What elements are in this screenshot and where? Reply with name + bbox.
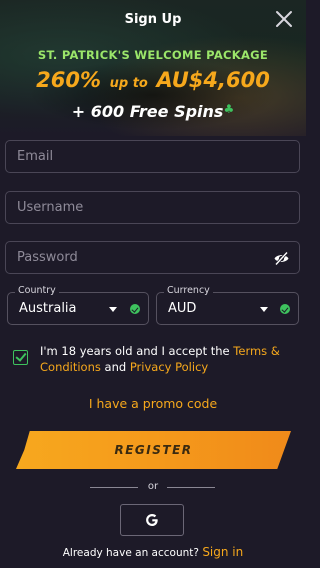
free-spins: + 600 Free Spins♣ (0, 102, 306, 121)
valid-check-icon (280, 304, 290, 314)
currency-label: Currency (164, 285, 213, 296)
signin-prompt: Already have an account? (62, 547, 203, 559)
clover-icon: ♣ (223, 102, 235, 116)
package-label: ST. PATRICK'S WELCOME PACKAGE (37, 48, 269, 62)
terms-prefix: I'm 18 years old and I accept the (40, 344, 234, 358)
register-button[interactable]: REGISTER (16, 431, 291, 469)
signup-modal: Sign Up ST. PATRICK'S WELCOME PACKAGE 26… (0, 0, 306, 568)
email-field[interactable] (5, 140, 300, 173)
currency-value: AUD (168, 301, 197, 316)
terms-checkbox[interactable] (13, 350, 28, 365)
email-input[interactable] (17, 149, 257, 164)
free-spins-text: + 600 Free Spins (71, 102, 224, 121)
modal-title: Sign Up (124, 12, 182, 27)
username-input[interactable] (17, 200, 257, 215)
bonus-value: AU$4,600 (156, 68, 270, 92)
close-icon[interactable] (274, 9, 294, 29)
chevron-down-icon (260, 307, 268, 312)
privacy-link[interactable]: Privacy Policy (130, 360, 208, 374)
valid-check-icon (130, 304, 140, 314)
bonus-percent: 260% (36, 68, 102, 92)
bonus-up-to: up to (109, 76, 148, 91)
country-select[interactable]: Country Australia (7, 285, 149, 325)
signin-link[interactable]: Sign in (202, 545, 243, 559)
terms-and: and (100, 360, 130, 374)
google-icon (146, 514, 158, 526)
eye-hidden-icon[interactable] (273, 250, 290, 267)
divider: or (0, 481, 306, 493)
bonus-amount: 260% up to AU$4,600 (0, 68, 306, 92)
signin-row: Already have an account? Sign in (0, 545, 306, 559)
country-value: Australia (19, 301, 77, 316)
promo-code-link[interactable]: I have a promo code (0, 396, 306, 411)
country-label: Country (15, 285, 59, 296)
terms-text: I'm 18 years old and I accept the Terms … (40, 343, 290, 375)
chevron-down-icon (109, 307, 117, 312)
divider-line-right (167, 487, 215, 488)
google-signin-button[interactable] (120, 504, 184, 536)
register-label: REGISTER (114, 443, 193, 457)
promo-banner: Sign Up ST. PATRICK'S WELCOME PACKAGE 26… (0, 0, 306, 136)
currency-select[interactable]: Currency AUD (156, 285, 299, 325)
password-field[interactable] (5, 241, 300, 274)
divider-text: or (147, 481, 159, 492)
password-input[interactable] (17, 250, 257, 265)
username-field[interactable] (5, 191, 300, 224)
